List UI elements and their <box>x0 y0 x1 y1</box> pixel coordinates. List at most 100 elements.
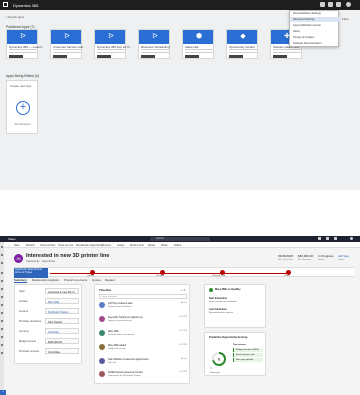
goals-icon[interactable] <box>1 344 3 346</box>
field-row-contact: Contact Mary Mills <box>19 298 81 306</box>
app-card-description <box>273 49 301 53</box>
menu-item-personalization[interactable]: Personalization Settings <box>293 12 337 15</box>
timeframe-select[interactable]: Next Quarter <box>45 318 79 324</box>
score-title: Predictive Opportunity Scoring <box>209 336 248 339</box>
tab-product-line-items[interactable]: Product Line Items <box>64 278 87 282</box>
global-search-input[interactable]: Search <box>150 237 210 241</box>
currency-lookup[interactable]: US Dollar <box>45 328 79 334</box>
home-icon[interactable] <box>1 246 3 248</box>
recent-icon[interactable] <box>1 254 3 256</box>
app-launcher-icon[interactable] <box>3 2 8 7</box>
command-bar: ← Save Refresh Close as Won Close as Los… <box>4 242 360 248</box>
account-lookup[interactable]: Northwind Traders <box>45 308 79 314</box>
app-card-description <box>9 49 37 53</box>
pinned-icon[interactable] <box>1 262 3 264</box>
contact-health-card: Mary Mills is Healthy Next Interaction D… <box>204 284 266 328</box>
budget-input[interactable]: $100,000.00 <box>45 338 79 344</box>
topic-input[interactable]: Interested in new 3D pri <box>45 288 79 294</box>
tab-related[interactable]: Related <box>105 278 115 282</box>
purchase-process-select[interactable]: Committee <box>45 348 79 354</box>
app-card[interactable]: ᐅ Customer Service Hub <box>50 29 83 59</box>
recalculate-button[interactable]: Recalculate Opportunity <box>76 244 103 247</box>
notifications-icon[interactable] <box>334 237 337 241</box>
left-nav-rail <box>0 242 4 395</box>
app-card[interactable]: ◆ Opportunity Copilot <box>226 29 258 59</box>
avatar <box>99 302 105 308</box>
orders-icon[interactable] <box>1 312 3 314</box>
help-icon[interactable] <box>328 2 333 7</box>
delete-button[interactable]: Delete <box>148 244 155 247</box>
tab-quotes[interactable]: Quotes <box>92 278 101 282</box>
bpf-stage-label: Qualify <box>87 275 94 277</box>
bpf-stage-close[interactable] <box>286 269 291 275</box>
save-button[interactable]: Save <box>14 244 20 247</box>
field-row-topic: Topic Interested in new 3D pri <box>19 288 81 296</box>
close-as-won-button[interactable]: Close as Won <box>40 244 56 247</box>
last-interaction-label: Last Interaction <box>209 308 227 311</box>
assign-button[interactable]: Assign <box>117 244 125 247</box>
create-card-sub: Start Designer <box>14 123 31 126</box>
tab-relationship-analytics[interactable]: Relationship Analytics <box>32 278 59 282</box>
menu-item-advanced-settings[interactable]: Advanced Settings <box>293 18 337 21</box>
app-card[interactable]: ᐅ Dynamics 365 — custom <box>6 29 42 59</box>
bpf-stage-propose[interactable] <box>220 269 225 275</box>
app-card[interactable]: ⬢ Sales Hub <box>182 29 214 59</box>
settings-icon[interactable] <box>318 237 321 241</box>
timeline-item[interactable]: Mary Mills added Budget discussion 1:09 PM <box>99 344 187 358</box>
score-value: 71 <box>210 368 213 370</box>
add-timeline-icon[interactable]: + ▾ <box>181 288 185 292</box>
opportunities-icon[interactable] <box>1 296 3 298</box>
app-card[interactable]: ᐅ Dynamics 365 App for O... <box>94 29 132 59</box>
avatar[interactable] <box>346 2 351 7</box>
contact-lookup[interactable]: Mary Mills <box>45 298 79 304</box>
bpf-stage-qualify[interactable] <box>90 269 95 275</box>
email-link-button[interactable]: Email a Link <box>130 244 144 247</box>
dynamics-logo-icon: ◆ <box>240 33 246 40</box>
create-new-app-card[interactable]: Create new App + Start Designer <box>6 80 38 134</box>
tab-summary[interactable]: Summary <box>14 278 27 283</box>
timeline-item[interactable]: Mary Mills Shared product information 1:09… <box>99 330 187 344</box>
header-field-owner[interactable]: Jeff Hay Owner <box>338 254 349 261</box>
leads-icon[interactable] <box>1 288 3 290</box>
menu-item-privacy[interactable]: Privacy & Cookies <box>293 36 337 39</box>
app-card-status <box>53 55 67 58</box>
products-icon[interactable] <box>1 328 3 330</box>
refresh-button[interactable]: Refresh <box>26 244 35 247</box>
app-card[interactable]: ᐅ Resource Scheduling <box>138 29 170 59</box>
follow-button[interactable]: Follow <box>174 244 181 247</box>
reports-icon[interactable] <box>1 352 3 354</box>
timeline-item[interactable]: Reynolds Trading & Logistics rep Inquiry … <box>99 316 187 330</box>
share-button[interactable]: Share <box>161 244 168 247</box>
contacts-icon[interactable] <box>1 280 3 282</box>
timeline-search-input[interactable]: Search timeline <box>99 294 187 299</box>
app-card-status <box>185 55 199 58</box>
process-button[interactable]: Process <box>102 244 111 247</box>
help-icon[interactable] <box>326 237 329 241</box>
score-reason: Budget amount is $100K <box>233 348 263 352</box>
bpf-stage-develop[interactable] <box>160 269 165 275</box>
timeline-item[interactable]: Sam Martinez created an appointment Site … <box>99 358 187 372</box>
plus-icon[interactable]: + <box>16 101 30 115</box>
quotes-icon[interactable] <box>1 304 3 306</box>
filter-button[interactable]: Filter <box>342 17 349 21</box>
avatar <box>99 371 105 377</box>
notifications-icon[interactable] <box>336 2 341 7</box>
next-interaction-text: Demo activity not scheduled <box>209 301 237 303</box>
timeline-item[interactable]: Jeff Hay created a task Prepare demo hard… <box>99 302 187 316</box>
competitors-icon[interactable] <box>1 336 3 338</box>
avatar[interactable] <box>350 237 353 241</box>
timeline-item[interactable]: ROSE Nieman joined as Contact Opportunity… <box>99 371 187 385</box>
invoices-icon[interactable] <box>1 320 3 322</box>
close-as-lost-button[interactable]: Close as Lost <box>58 244 73 247</box>
menu-item-documentation[interactable]: Software Documentation <box>293 42 337 45</box>
timeline-panel: Timeline + ▾ Search timeline Jeff Hay cr… <box>94 284 190 384</box>
settings-icon[interactable] <box>320 2 325 7</box>
search-apps-field[interactable]: ⌕ Search apps <box>5 15 24 19</box>
menu-item-about[interactable]: About <box>293 30 337 33</box>
menu-item-notification-center[interactable]: Apps Notification Center <box>293 24 337 27</box>
bpf-active-stage-label[interactable]: Opportunity Sales Process Active for 5 d… <box>14 268 48 278</box>
dynamics-logo-icon: ᐅ <box>108 33 114 40</box>
accounts-icon[interactable] <box>1 272 3 274</box>
back-icon[interactable]: ← <box>8 244 11 247</box>
health-status-icon <box>209 288 213 292</box>
